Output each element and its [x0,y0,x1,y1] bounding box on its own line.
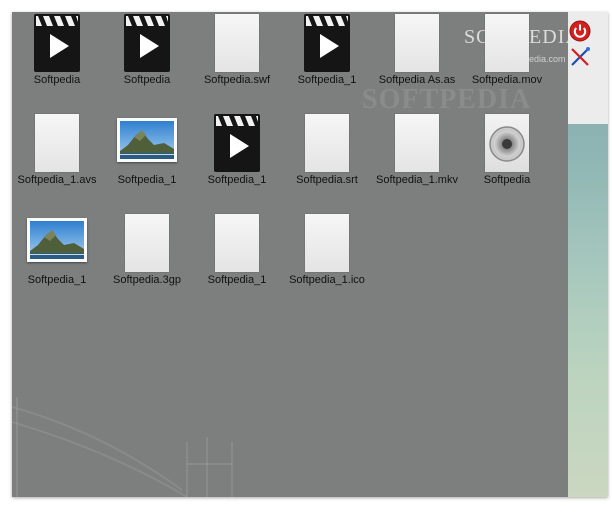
blank-page [215,14,259,72]
speaker-icon [484,114,530,172]
file-item[interactable]: Softpedia [462,112,552,204]
file-item[interactable]: Softpedia_1 [102,112,192,204]
video-clip-icon [34,14,80,72]
file-label: Softpedia_1 [117,174,177,186]
file-label: Softpedia [123,74,171,86]
blank-page [215,214,259,272]
file-label: Softpedia.srt [296,174,358,186]
blank-document-icon [484,14,530,72]
photo-thumbnail [117,118,177,162]
file-item[interactable]: Softpedia_1 [12,212,102,304]
file-label: Softpedia.mov [471,74,543,86]
photo-thumbnail [27,218,87,262]
photo-icon [117,114,177,172]
speaker-tile [485,114,529,172]
app-window: SOFTPEDIA SOFTPEDIA www.softpedia.com So… [12,12,608,497]
file-label: Softpedia_1.ico [289,274,365,286]
blank-page [35,114,79,172]
blank-page [395,14,439,72]
file-item[interactable]: Softpedia As.as [372,12,462,104]
file-label: Softpedia_1 [27,274,87,286]
file-item[interactable]: Softpedia.3gp [102,212,192,304]
file-item[interactable]: Softpedia [12,12,102,104]
file-label: Softpedia.3gp [113,274,181,286]
blank-page [305,114,349,172]
blank-document-icon [304,214,350,272]
file-label: Softpedia.swf [203,74,271,86]
file-label: Softpedia_1.avs [17,174,97,186]
video-clip-icon [304,14,350,72]
file-item[interactable]: Softpedia_1.avs [12,112,102,204]
file-label: Softpedia As.as [378,74,456,86]
file-label: Softpedia_1 [207,274,267,286]
power-icon[interactable] [569,20,591,42]
blank-page [395,114,439,172]
file-label: Softpedia_1 [207,174,267,186]
right-strip [568,12,608,497]
file-item[interactable]: Softpedia_1.ico [282,212,372,304]
video-clip-icon [214,114,260,172]
blank-page [485,14,529,72]
photo-icon [27,214,87,272]
file-item[interactable]: Softpedia.mov [462,12,552,104]
file-label: Softpedia_1 [297,74,357,86]
file-item[interactable]: Softpedia_1 [192,212,282,304]
file-item[interactable]: Softpedia.swf [192,12,282,104]
blank-document-icon [304,114,350,172]
blank-page [305,214,349,272]
blank-document-icon [34,114,80,172]
file-item[interactable]: Softpedia [102,12,192,104]
file-item[interactable]: Softpedia_1 [192,112,282,204]
blank-document-icon [214,14,260,72]
file-item[interactable]: Softpedia_1 [282,12,372,104]
blank-document-icon [394,114,440,172]
blank-document-icon [394,14,440,72]
file-label: Softpedia [33,74,81,86]
blank-document-icon [124,214,170,272]
blank-page [125,214,169,272]
tools-icon[interactable] [569,46,591,68]
file-label: Softpedia_1.mkv [376,174,458,186]
file-item[interactable]: Softpedia.srt [282,112,372,204]
video-clip-icon [124,14,170,72]
file-item[interactable]: Softpedia_1.mkv [372,112,462,204]
file-label: Softpedia [483,174,531,186]
blank-document-icon [214,214,260,272]
